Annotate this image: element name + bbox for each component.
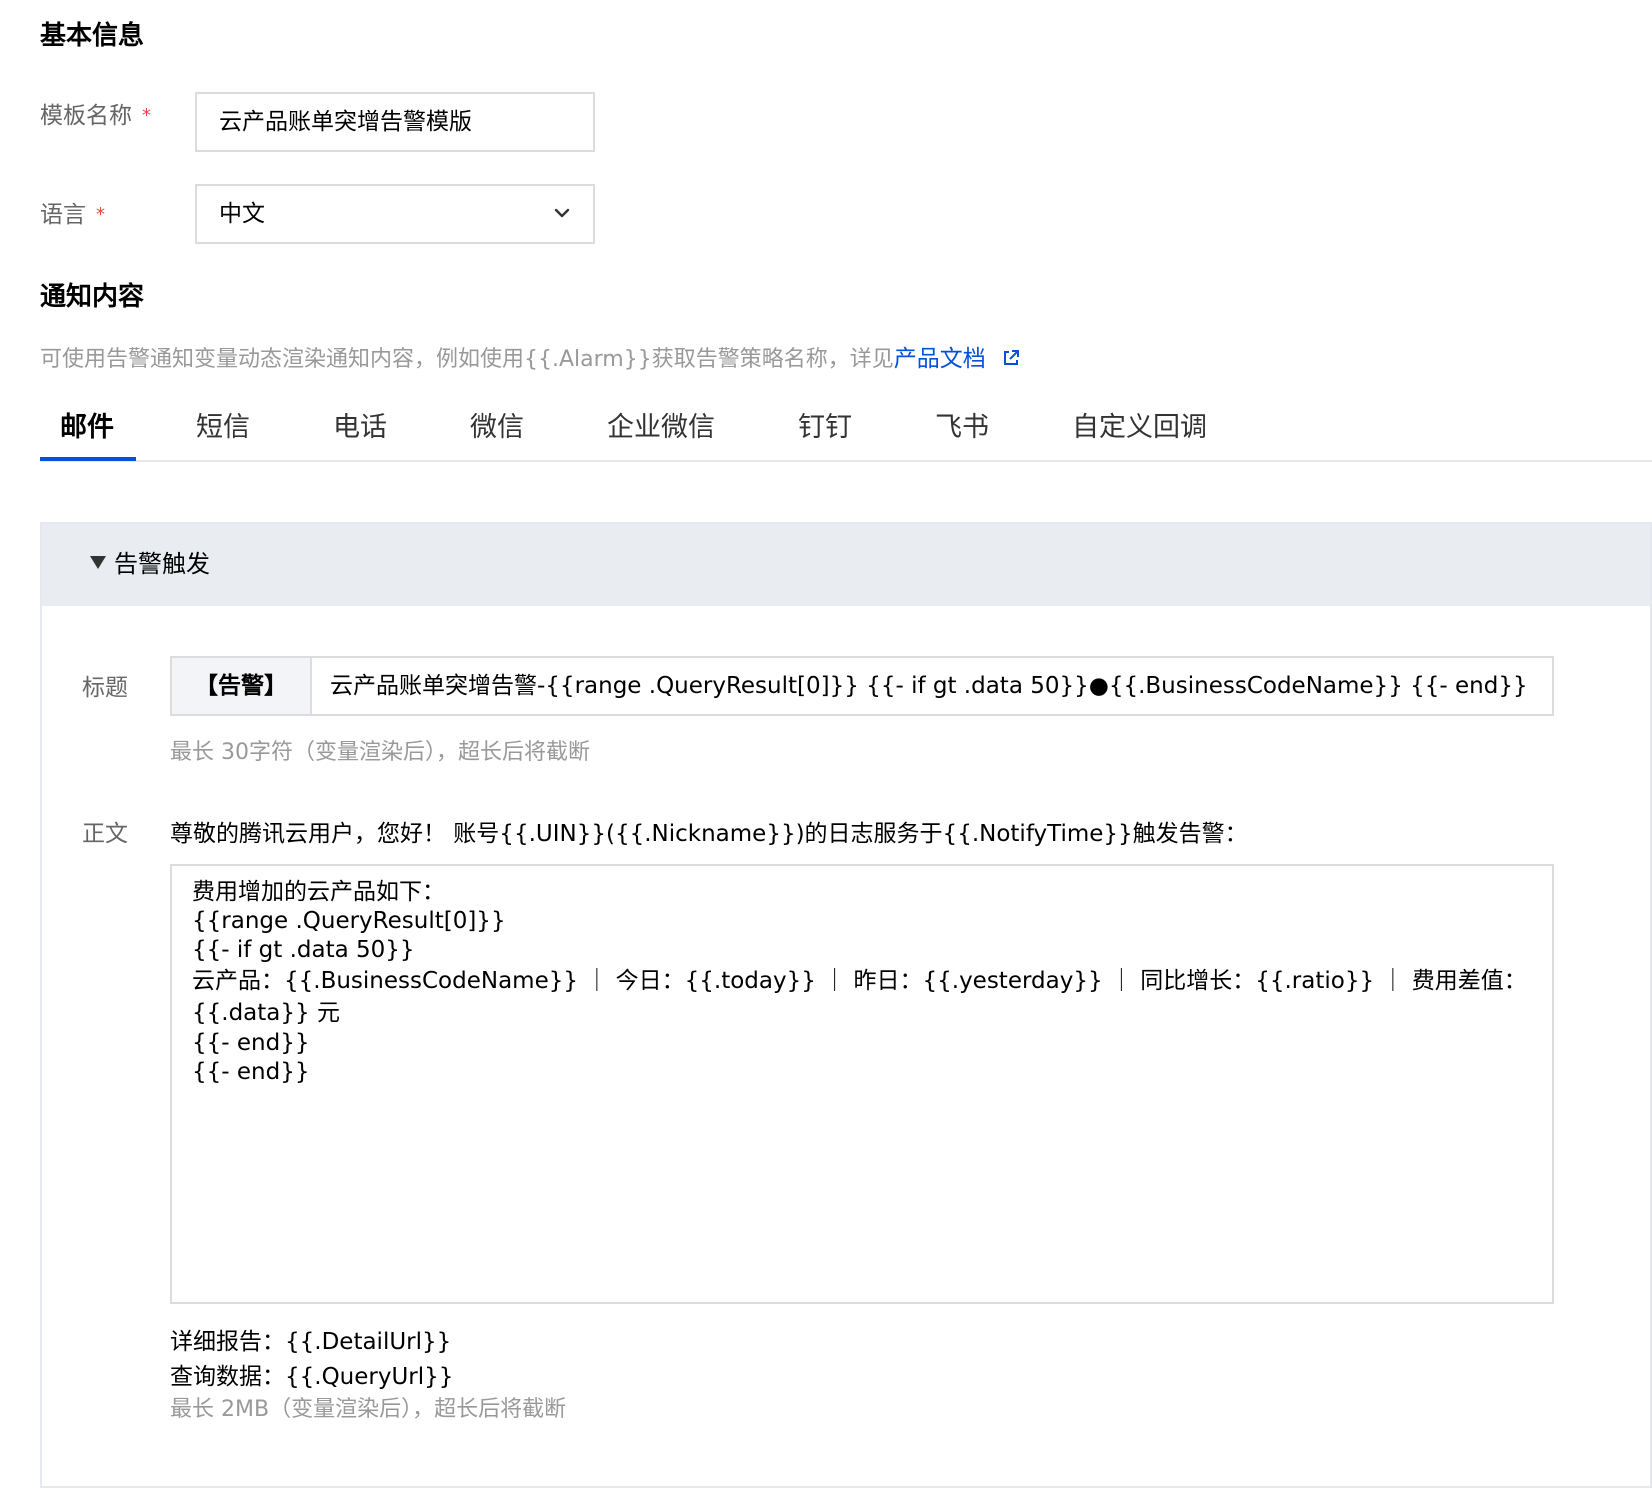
required-mark: * bbox=[96, 204, 105, 225]
language-value: 中文 bbox=[219, 201, 265, 227]
subject-hint: 最长 30字符（变量渲染后），超长后将截断 bbox=[170, 740, 590, 765]
body-hint: 最长 2MB（变量渲染后），超长后将截断 bbox=[170, 1397, 567, 1422]
notify-hint-text: 可使用告警通知变量动态渲染通知内容，例如使用{{.Alarm}}获取告警策略名称… bbox=[40, 347, 894, 372]
subject-prefix: 【告警】 bbox=[172, 658, 312, 714]
query-data-line: 查询数据：{{.QueryUrl}} bbox=[170, 1364, 454, 1390]
active-tab-indicator bbox=[40, 457, 136, 461]
template-name-label: 模板名称 * bbox=[40, 100, 151, 132]
notify-hint: 可使用告警通知变量动态渲染通知内容，例如使用{{.Alarm}}获取告警策略名称… bbox=[40, 344, 1021, 375]
template-name-value: 云产品账单突增告警模版 bbox=[219, 109, 472, 135]
language-select[interactable]: 中文 bbox=[195, 184, 595, 244]
body-line: 云产品：{{.BusinessCodeName}} ｜ 今日：{{.today}… bbox=[192, 968, 1527, 1026]
caret-down-icon bbox=[90, 556, 106, 569]
external-link-icon[interactable] bbox=[1001, 348, 1021, 368]
detail-report-line: 详细报告：{{.DetailUrl}} bbox=[170, 1329, 452, 1355]
subject-label: 标题 bbox=[82, 675, 128, 701]
template-name-input[interactable]: 云产品账单突增告警模版 bbox=[195, 92, 595, 152]
template-name-label-text: 模板名称 bbox=[40, 103, 132, 129]
tab-wechat[interactable]: 微信 bbox=[470, 408, 524, 448]
panel-header-label[interactable]: 告警触发 bbox=[90, 546, 210, 582]
subject-input[interactable]: 【告警】 云产品账单突增告警-{{range .QueryResult[0]}}… bbox=[170, 656, 1554, 716]
body-line: {{- end}} bbox=[192, 1059, 310, 1085]
body-line: 费用增加的云产品如下： bbox=[192, 879, 445, 905]
body-line: {{range .QueryResult[0]}} bbox=[192, 908, 506, 934]
language-label: 语言 * bbox=[40, 199, 105, 231]
tab-feishu[interactable]: 飞书 bbox=[935, 408, 989, 448]
panel-header-title: 告警触发 bbox=[114, 550, 210, 578]
body-line: {{- if gt .data 50}} bbox=[192, 937, 415, 963]
tab-sms[interactable]: 短信 bbox=[196, 408, 250, 448]
product-doc-link[interactable]: 产品文档 bbox=[894, 346, 986, 372]
chevron-down-icon bbox=[554, 208, 570, 218]
body-textarea[interactable]: 费用增加的云产品如下： {{range .QueryResult[0]}} {{… bbox=[170, 864, 1554, 1304]
tab-custom-callback[interactable]: 自定义回调 bbox=[1072, 408, 1207, 448]
tabs-divider bbox=[40, 460, 1652, 462]
required-mark: * bbox=[142, 105, 151, 126]
panel-header[interactable]: 告警触发 bbox=[42, 524, 1650, 606]
subject-value: 云产品账单突增告警-{{range .QueryResult[0]}} {{- … bbox=[330, 673, 1534, 699]
tab-wecom[interactable]: 企业微信 bbox=[607, 408, 715, 448]
tab-phone[interactable]: 电话 bbox=[333, 408, 387, 448]
body-label: 正文 bbox=[82, 821, 128, 847]
notify-content-title: 通知内容 bbox=[40, 282, 145, 312]
tab-dingtalk[interactable]: 钉钉 bbox=[798, 408, 852, 448]
body-intro: 尊敬的腾讯云用户，您好！ 账号{{.UIN}}({{.Nickname}})的日… bbox=[170, 821, 1248, 847]
language-label-text: 语言 bbox=[40, 202, 86, 228]
basic-info-title: 基本信息 bbox=[40, 21, 145, 51]
tab-email[interactable]: 邮件 bbox=[60, 408, 114, 448]
body-line: {{- end}} bbox=[192, 1030, 310, 1056]
